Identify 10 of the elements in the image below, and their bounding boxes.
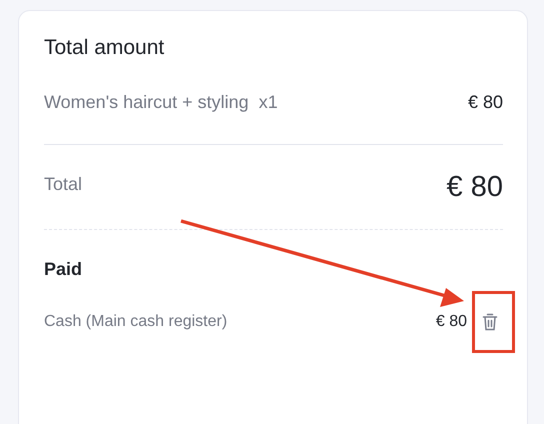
total-label: Total	[44, 174, 82, 195]
payment-amount: € 80	[436, 313, 467, 331]
card-title: Total amount	[44, 35, 166, 61]
highlight-box	[472, 291, 515, 353]
item-amount: € 80	[468, 92, 503, 113]
paid-heading: Paid	[44, 259, 84, 280]
trash-icon	[482, 313, 498, 331]
payment-method: Cash (Main cash register)	[44, 313, 228, 331]
item-name: Women's haircut + styling x1	[44, 92, 278, 113]
total-amount: € 80	[446, 171, 503, 204]
